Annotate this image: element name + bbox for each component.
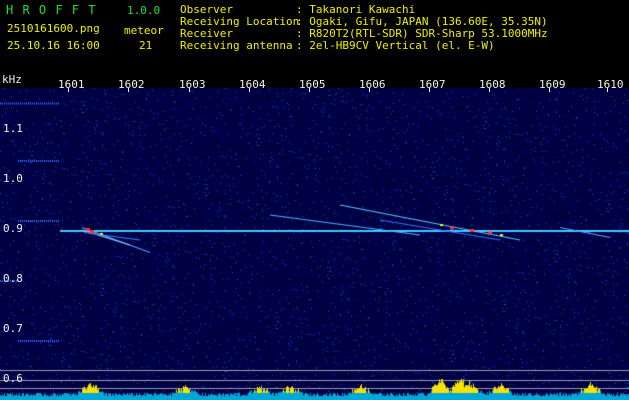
y-unit-label: kHz xyxy=(2,73,22,86)
image-filename: 2510161600.png xyxy=(7,22,100,35)
x-tick-mark xyxy=(607,88,608,92)
app-version: 1.0.0 xyxy=(127,4,161,17)
x-tick-mark xyxy=(249,88,250,92)
x-tick-mark xyxy=(128,88,129,92)
x-tick-mark xyxy=(309,88,310,92)
x-tick-mark xyxy=(429,88,430,92)
hrofft-window: { "header": { "app_title": "H R O F F T"… xyxy=(0,0,629,400)
x-tick-mark xyxy=(549,88,550,92)
y-tick-label: 1.0 xyxy=(3,172,23,185)
x-tick-mark xyxy=(189,88,190,92)
antenna-label: Receiving antenna xyxy=(180,39,293,52)
antenna-value: : 2el-HB9CV Vertical (el. E-W) xyxy=(296,39,495,52)
x-tick-mark xyxy=(369,88,370,92)
y-tick-label: 0.8 xyxy=(3,272,23,285)
x-tick-mark xyxy=(489,88,490,92)
app-title: H R O F F T xyxy=(6,3,97,17)
meteor-count: 21 xyxy=(139,39,153,52)
counter-label: meteor xyxy=(124,24,164,37)
observation-timestamp: 25.10.16 16:00 xyxy=(7,39,100,52)
x-tick-mark xyxy=(68,88,69,92)
y-tick-label: 1.1 xyxy=(3,122,23,135)
spectrogram xyxy=(0,88,629,400)
y-tick-label: 0.6 xyxy=(3,372,23,385)
y-tick-label: 0.7 xyxy=(3,322,23,335)
y-tick-label: 0.9 xyxy=(3,222,23,235)
